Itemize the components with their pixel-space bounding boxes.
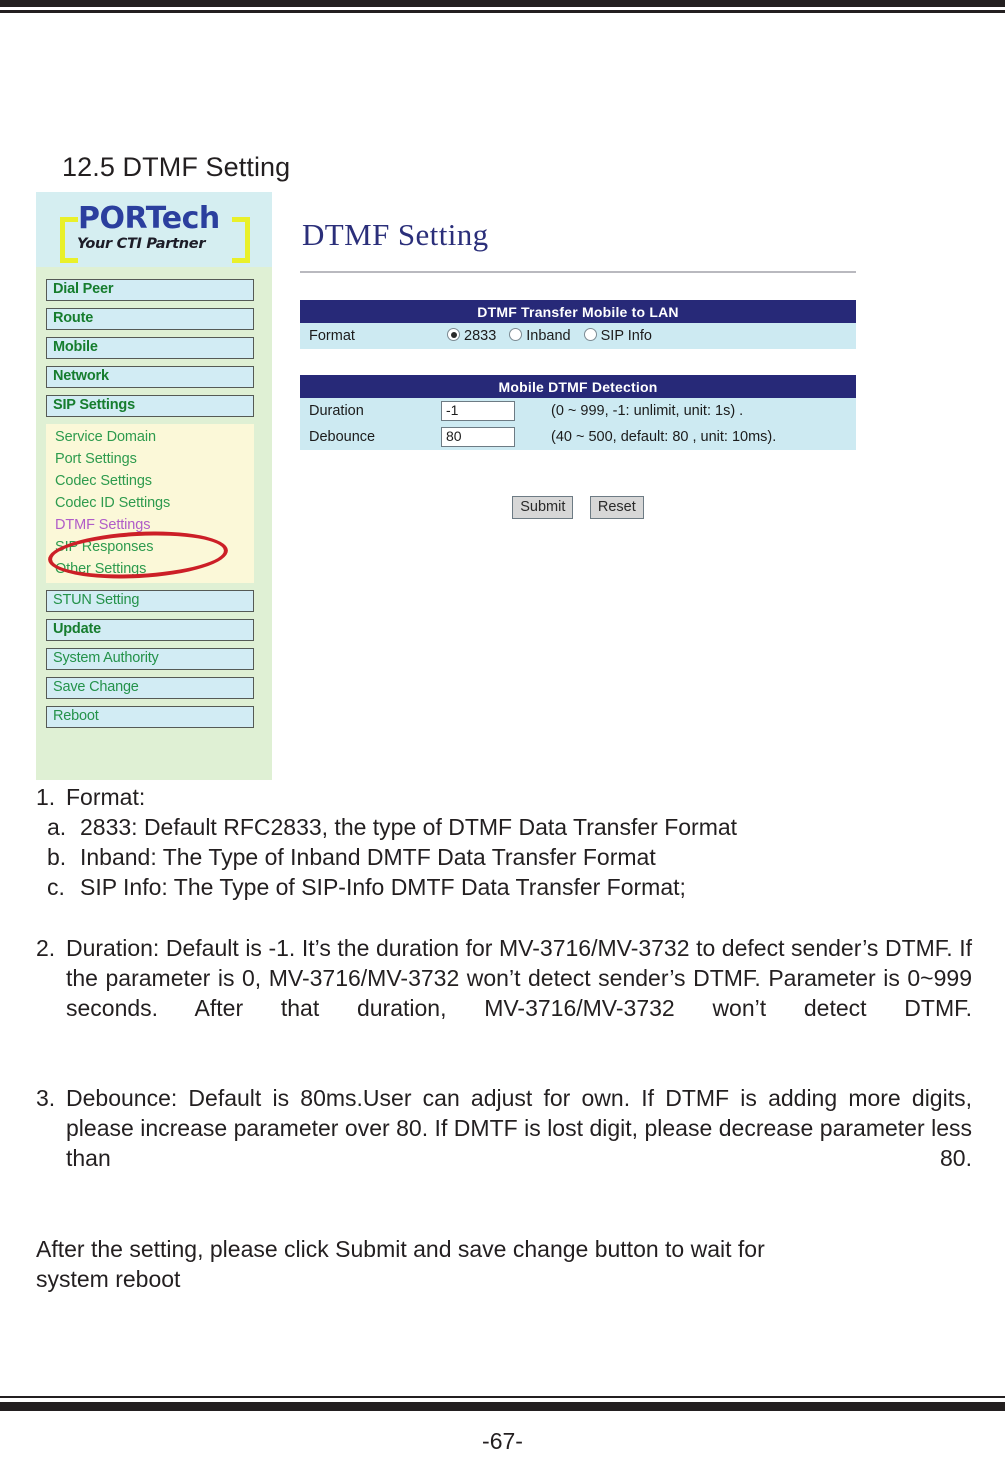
note-item-3: 3. Debounce: Default is 80ms.User can ad…: [36, 1083, 972, 1204]
note-1b-text: Inband: The Type of Inband DMTF Data Tra…: [80, 844, 656, 871]
table-row-duration: Duration -1 (0 ~ 999, -1: unlimit, unit:…: [300, 398, 856, 424]
sidebar-item-system-authority[interactable]: System Authority: [46, 648, 254, 670]
sidebar-item-service-domain[interactable]: Service Domain: [46, 426, 254, 448]
debounce-hint: (40 ~ 500, default: 80 , unit: 10ms).: [549, 424, 856, 450]
note-3-text: Debounce: Default is 80ms.User can adjus…: [66, 1085, 972, 1172]
sidebar-item-stun-setting[interactable]: STUN Setting: [46, 590, 254, 612]
closing-paragraph: After the setting, please click Submit a…: [36, 1234, 972, 1294]
embedded-screenshot: PORTech Your CTI Partner Dial Peer Route…: [36, 192, 888, 780]
duration-hint: (0 ~ 999, -1: unlimit, unit: 1s) .: [549, 398, 856, 424]
page-top-rule-thin: [0, 10, 1005, 13]
note-item-1: 1. Format:: [36, 782, 972, 812]
sidebar-item-mobile[interactable]: Mobile: [46, 337, 254, 359]
sidebar-item-network[interactable]: Network: [46, 366, 254, 388]
note-1c-text: SIP Info: The Type of SIP-Info DMTF Data…: [80, 874, 686, 901]
sidebar-item-dial-peer[interactable]: Dial Peer: [46, 279, 254, 301]
table-row-debounce: Debounce 80 (40 ~ 500, default: 80 , uni…: [300, 424, 856, 450]
reset-button[interactable]: Reset: [589, 496, 644, 519]
logo: PORTech Your CTI Partner: [60, 200, 250, 263]
body-notes: 1. Format: a. 2833: Default RFC2833, the…: [36, 782, 972, 1294]
note-item-1b: b. Inband: The Type of Inband DMTF Data …: [47, 842, 972, 872]
dtmf-transfer-table: DTMF Transfer Mobile to LAN Format 2833 I…: [300, 300, 856, 349]
note-2-number: 2.: [36, 934, 56, 961]
note-1-text: Format:: [66, 784, 146, 810]
radio-2833-icon[interactable]: [447, 328, 460, 341]
logo-bracket-left-icon: [60, 217, 78, 263]
mobile-dtmf-detection-header: Mobile DTMF Detection: [300, 375, 856, 398]
format-options-cell: 2833 Inband SIP Info: [441, 323, 856, 349]
format-label: Format: [300, 323, 441, 349]
sidebar-item-route[interactable]: Route: [46, 308, 254, 330]
page-number: -67-: [482, 1428, 523, 1454]
sidebar-item-dtmf-settings[interactable]: DTMF Settings: [46, 514, 254, 536]
page-bottom-rule-thin: [0, 1396, 1005, 1398]
logo-brand-text: PORTech: [78, 201, 220, 236]
note-1a-number: a.: [47, 814, 67, 841]
closing-line-1: After the setting, please click Submit a…: [36, 1235, 765, 1262]
radio-sip-info-label[interactable]: SIP Info: [601, 328, 652, 344]
mobile-dtmf-detection-table: Mobile DTMF Detection Duration -1 (0 ~ 9…: [300, 375, 856, 450]
note-2-text: Duration: Default is -1. It’s the durati…: [66, 934, 972, 1021]
debounce-field-cell: 80: [441, 424, 549, 450]
radio-inband-icon[interactable]: [509, 328, 523, 341]
logo-bracket-right-icon: [232, 217, 250, 263]
sidebar-item-reboot[interactable]: Reboot: [46, 706, 254, 728]
page-top-rule-thick: [0, 0, 1005, 7]
sidebar-item-port-settings[interactable]: Port Settings: [46, 448, 254, 470]
closing-line-2: system reboot: [36, 1265, 181, 1292]
sidebar-item-update[interactable]: Update: [46, 619, 254, 641]
section-heading: 12.5 DTMF Setting: [62, 152, 291, 182]
note-item-1a: a. 2833: Default RFC2833, the type of DT…: [47, 812, 972, 842]
duration-label: Duration: [300, 398, 441, 424]
radio-2833-label[interactable]: 2833: [464, 328, 496, 344]
table-header-row: Mobile DTMF Detection: [300, 375, 856, 398]
radio-sip-info-icon[interactable]: [583, 328, 597, 341]
note-1c-number: c.: [47, 874, 65, 901]
sidebar-item-save-change[interactable]: Save Change: [46, 677, 254, 699]
debounce-label: Debounce: [300, 424, 441, 450]
table-row-format: Format 2833 Inband SIP Info: [300, 323, 856, 349]
note-item-1c: c. SIP Info: The Type of SIP-Info DMTF D…: [47, 872, 972, 902]
logo-banner: PORTech Your CTI Partner: [36, 192, 272, 267]
note-item-2: 2. Duration: Default is -1. It’s the dur…: [36, 933, 972, 1054]
sidebar-item-codec-settings[interactable]: Codec Settings: [46, 470, 254, 492]
sidebar-item-other-settings[interactable]: Other Settings: [46, 558, 254, 580]
note-3-number: 3.: [36, 1085, 56, 1111]
duration-field-cell: -1: [441, 398, 549, 424]
page-bottom-rule-thick: [0, 1402, 1005, 1411]
main-panel: DTMF Setting DTMF Transfer Mobile to LAN…: [288, 192, 888, 780]
title-separator: [300, 271, 856, 273]
debounce-input[interactable]: 80: [441, 427, 515, 447]
note-1b-number: b.: [47, 844, 67, 871]
sidebar-submenu-sip: Service Domain Port Settings Codec Setti…: [46, 424, 254, 583]
note-1a-text: 2833: Default RFC2833, the type of DTMF …: [80, 814, 738, 841]
form-buttons: Submit Reset: [300, 496, 856, 519]
duration-input[interactable]: -1: [441, 401, 515, 421]
sidebar-item-sip-settings[interactable]: SIP Settings: [46, 395, 254, 417]
dtmf-transfer-header: DTMF Transfer Mobile to LAN: [300, 300, 856, 323]
sidebar-item-codec-id-settings[interactable]: Codec ID Settings: [46, 492, 254, 514]
sidebar-item-sip-responses[interactable]: SIP Responses: [46, 536, 254, 558]
sidebar: PORTech Your CTI Partner Dial Peer Route…: [36, 192, 272, 780]
table-header-row: DTMF Transfer Mobile to LAN: [300, 300, 856, 323]
format-radio-group: 2833 Inband SIP Info: [441, 328, 665, 344]
sidebar-menu: Dial Peer Route Mobile Network SIP Setti…: [36, 267, 272, 745]
note-1-number: 1.: [36, 784, 56, 810]
radio-inband-label[interactable]: Inband: [526, 328, 570, 344]
submit-button[interactable]: Submit: [512, 496, 574, 519]
logo-tagline-text: Your CTI Partner: [77, 236, 206, 252]
page-title: DTMF Setting: [302, 217, 489, 252]
